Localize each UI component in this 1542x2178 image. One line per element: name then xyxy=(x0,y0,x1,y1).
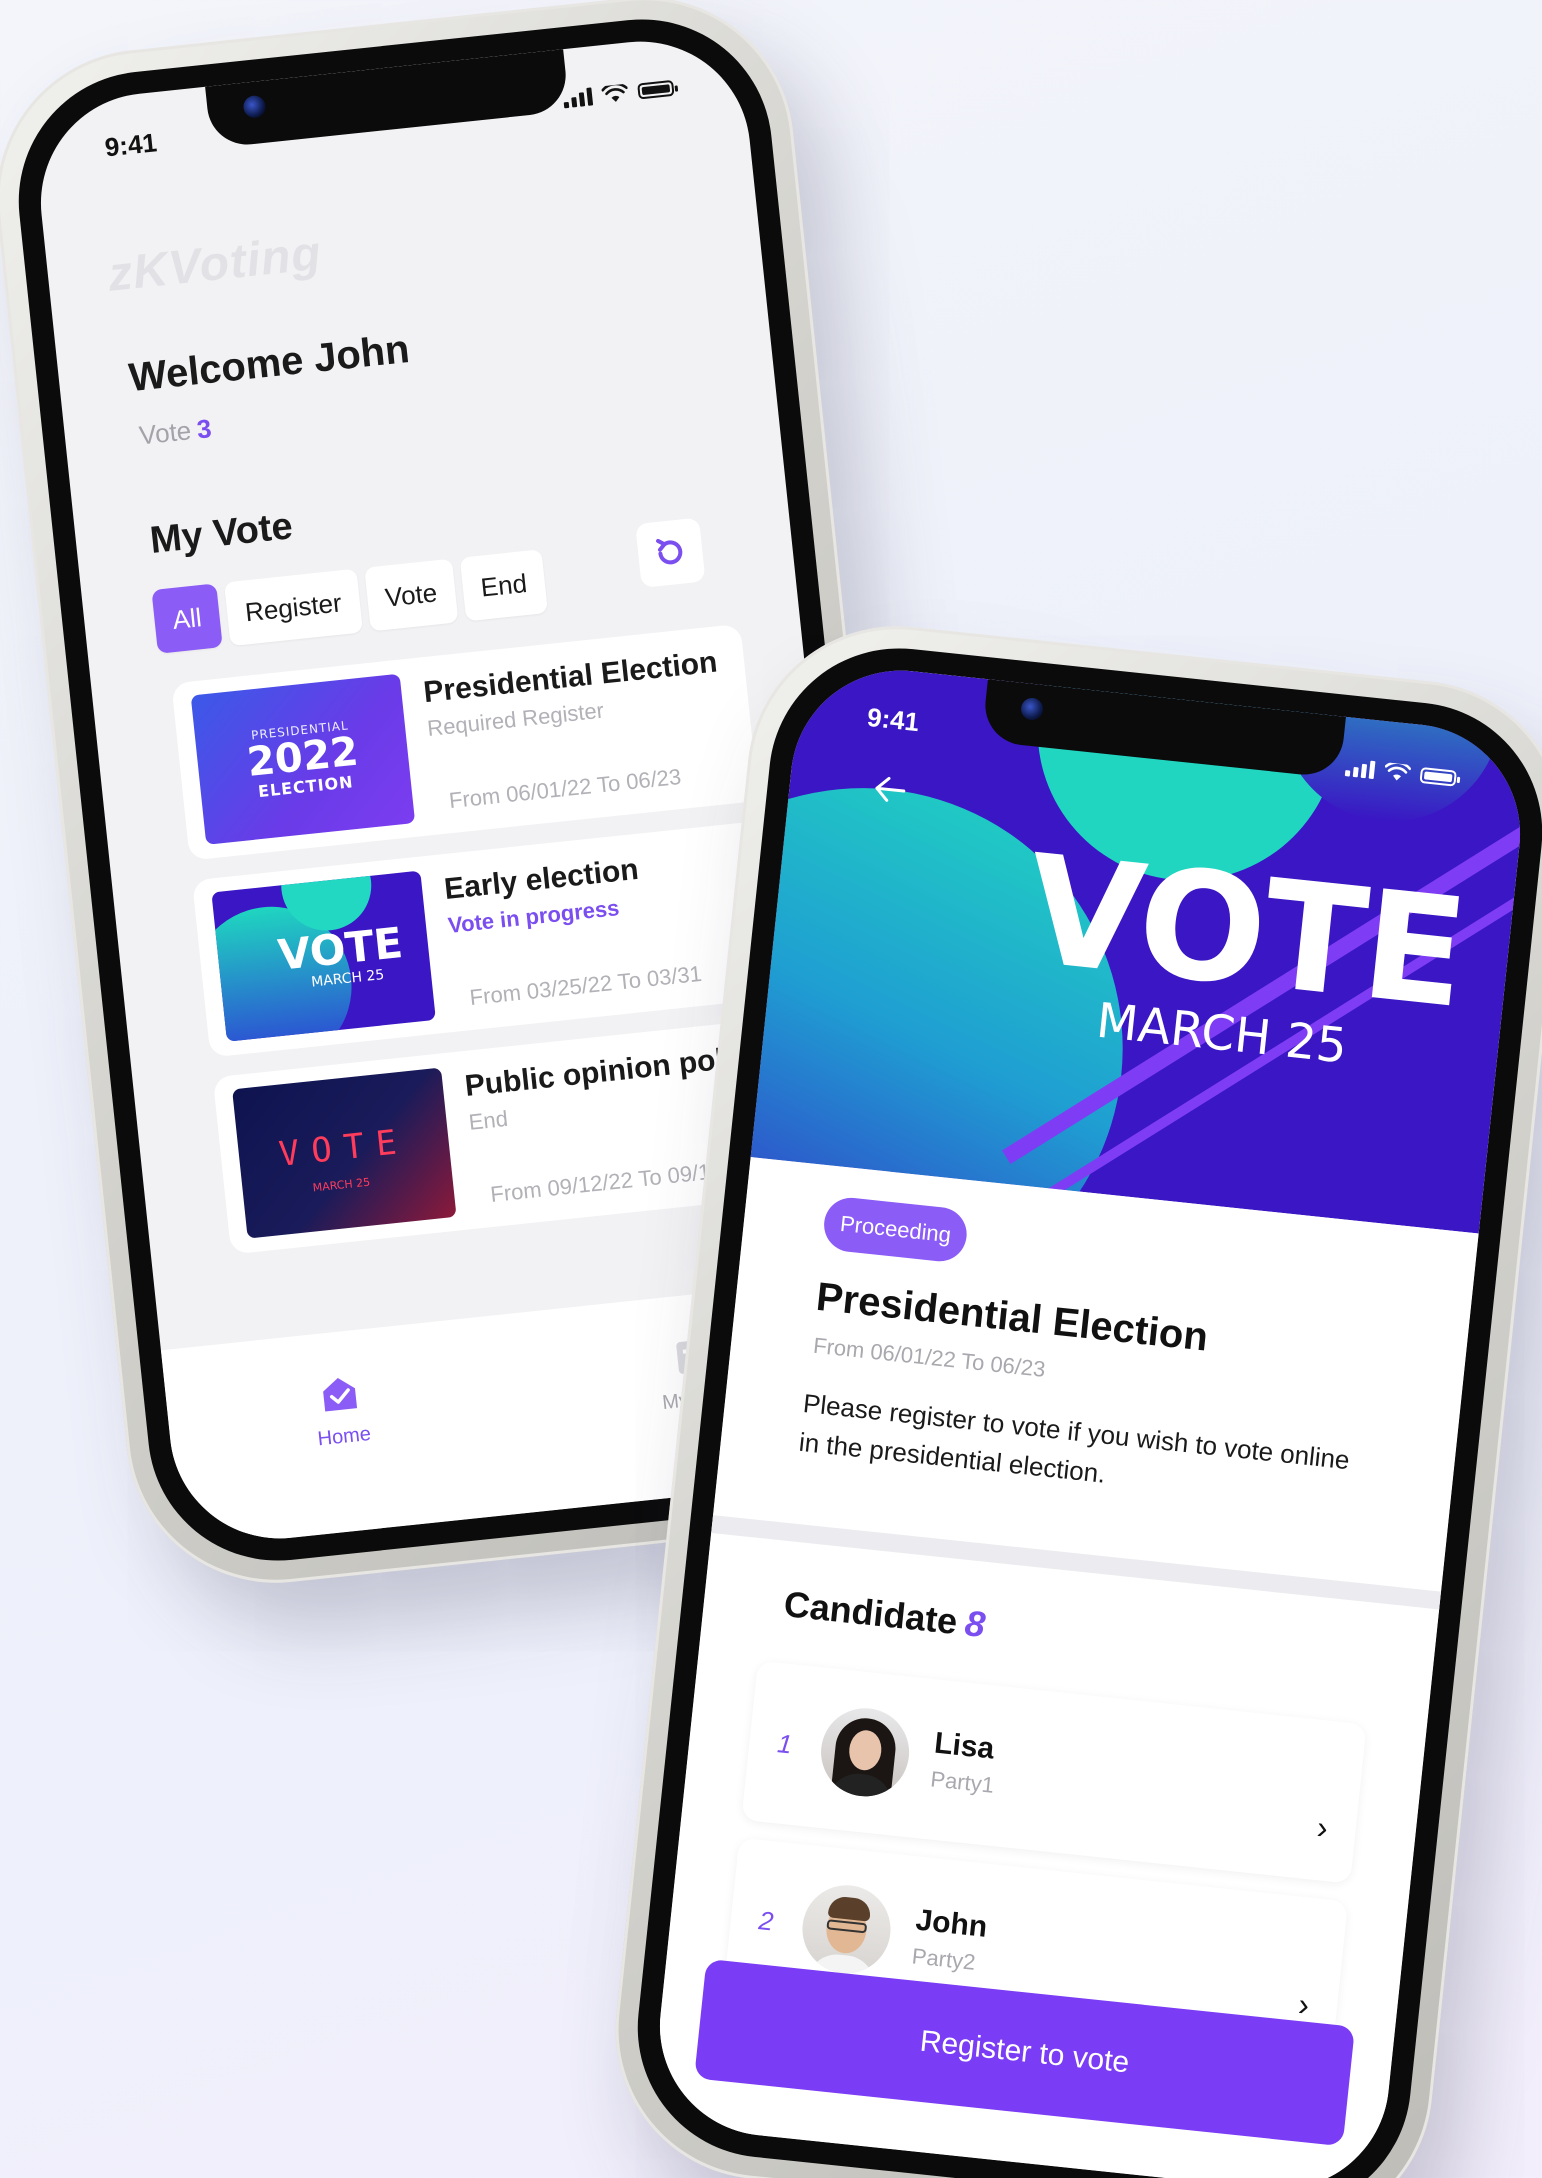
status-badge: Proceeding xyxy=(821,1195,970,1264)
filter-register[interactable]: Register xyxy=(223,568,363,647)
status-icons xyxy=(562,79,675,109)
filter-vote[interactable]: Vote xyxy=(363,558,459,632)
refresh-icon xyxy=(656,538,683,565)
thumb-text: VOTE xyxy=(277,1121,411,1175)
vote-count: Vote 3 xyxy=(138,413,213,451)
status-time: 9:41 xyxy=(865,701,921,737)
welcome-heading: Welcome John xyxy=(126,327,412,401)
candidate-count: 8 xyxy=(963,1602,988,1645)
camera-icon xyxy=(1019,696,1045,722)
chevron-right-icon: › xyxy=(1315,1809,1330,1846)
chevron-right-icon: › xyxy=(1296,1986,1311,2023)
phone-detail: 9:41 VOTE MARCH 25 Proceeding Presidenti… xyxy=(600,611,1542,2178)
election-description: Please register to vote if you wish to v… xyxy=(797,1387,1352,1489)
back-arrow-icon[interactable] xyxy=(868,768,912,812)
filter-end[interactable]: End xyxy=(459,549,549,622)
battery-icon xyxy=(637,79,675,100)
detail-screen: 9:41 VOTE MARCH 25 Proceeding Presidenti… xyxy=(649,659,1531,2178)
wifi-icon xyxy=(1384,762,1412,781)
vote-card-early[interactable]: VOTE MARCH 25 Early election Vote in pro… xyxy=(191,820,780,1058)
poll-thumbnail: VOTE MARCH 25 xyxy=(232,1067,457,1239)
refresh-button[interactable] xyxy=(635,517,706,588)
candidate-index: 2 xyxy=(757,1904,775,1937)
candidate-heading: Candidate 8 xyxy=(782,1583,987,1646)
filter-all[interactable]: All xyxy=(151,583,223,654)
hero-title: VOTE xyxy=(1018,823,1473,1042)
avatar xyxy=(798,1880,895,1978)
wifi-icon xyxy=(601,83,628,102)
vote-date: From 06/01/22 To 06/23 xyxy=(447,763,683,814)
tab-home-label: Home xyxy=(316,1422,372,1451)
vote-card-info: Early election Vote in progress From 03/… xyxy=(443,841,760,1012)
thumb-sub: MARCH 25 xyxy=(312,1175,371,1195)
filter-chips: All Register Vote End xyxy=(151,549,549,654)
vote-card-info: Presidential Election Required Register … xyxy=(422,645,739,816)
avatar xyxy=(816,1703,914,1801)
vote-count-number: 3 xyxy=(195,413,213,445)
signal-icon xyxy=(1344,758,1376,780)
app-logo: zKVoting xyxy=(105,226,325,302)
status-time: 9:41 xyxy=(103,126,159,163)
home-check-icon xyxy=(323,1377,358,1412)
signal-icon xyxy=(562,87,594,109)
vote-card-presidential[interactable]: PRESIDENTIAL 2022 ELECTION Presidential … xyxy=(171,623,759,861)
candidate-info: Lisa Party1 xyxy=(929,1727,1299,1831)
status-icons xyxy=(1344,758,1457,788)
my-vote-title: My Vote xyxy=(148,505,295,562)
candidate-index: 1 xyxy=(776,1727,794,1759)
phone-bezel: 9:41 VOTE MARCH 25 Proceeding Presidenti… xyxy=(624,635,1542,2178)
camera-icon xyxy=(242,94,267,119)
vote-count-label: Vote xyxy=(137,415,193,451)
vote-date: From 03/25/22 To 03/31 xyxy=(468,960,703,1011)
battery-icon xyxy=(1419,766,1457,787)
tab-home[interactable]: Home xyxy=(311,1369,372,1451)
vote-thumbnail: VOTE MARCH 25 xyxy=(211,870,436,1042)
election-thumbnail: PRESIDENTIAL 2022 ELECTION xyxy=(190,673,416,845)
election-detail: Proceeding Presidential Election From 06… xyxy=(649,1157,1479,2178)
candidate-label: Candidate xyxy=(782,1583,960,1643)
